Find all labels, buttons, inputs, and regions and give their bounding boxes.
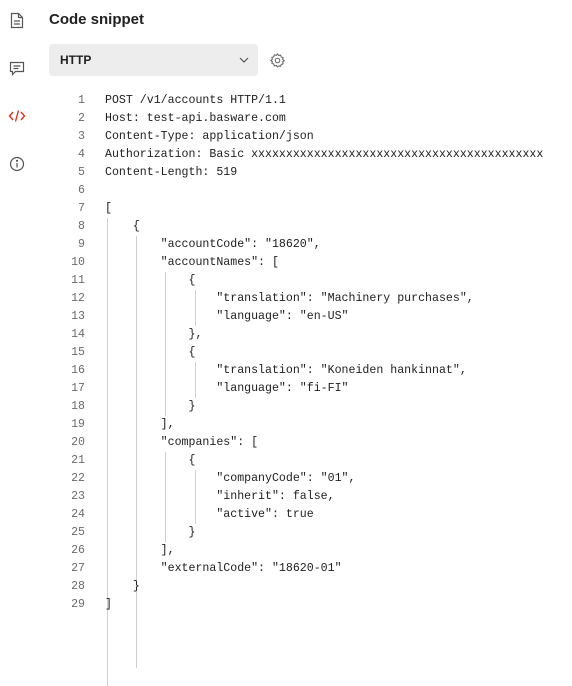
code-line: 8 { xyxy=(0,218,572,236)
code-text: "language": "en-US" xyxy=(105,310,349,323)
line-number: 3 xyxy=(78,130,85,143)
code-line: 25 } xyxy=(0,524,572,542)
code-text: { xyxy=(105,454,196,467)
line-number: 8 xyxy=(78,220,85,233)
code-text: "translation": "Machinery purchases", xyxy=(105,292,474,305)
code-line: 11 { xyxy=(0,272,572,290)
code-text: }, xyxy=(105,328,203,341)
code-text: "translation": "Koneiden hankinnat", xyxy=(105,364,467,377)
code-line: 27 "externalCode": "18620-01" xyxy=(0,560,572,578)
language-select[interactable]: HTTP xyxy=(49,44,258,76)
line-number: 26 xyxy=(71,544,85,557)
line-number: 28 xyxy=(71,580,85,593)
code-text: Authorization: Basic xxxxxxxxxxxxxxxxxxx… xyxy=(105,148,544,161)
line-number: 17 xyxy=(71,382,85,395)
code-line: 2 Host: test-api.basware.com xyxy=(0,110,572,128)
code-line: 20 "companies": [ xyxy=(0,434,572,452)
page-title: Code snippet xyxy=(49,11,145,28)
line-number: 15 xyxy=(71,346,85,359)
language-select-value: HTTP xyxy=(60,53,92,67)
code-line: 23 "inherit": false, xyxy=(0,488,572,506)
code-text: Content-Length: 519 xyxy=(105,166,238,179)
code-line: 13 "language": "en-US" xyxy=(0,308,572,326)
line-number: 11 xyxy=(71,274,85,287)
line-number: 25 xyxy=(71,526,85,539)
code-text: } xyxy=(105,580,140,593)
code-line: 1 POST /v1/accounts HTTP/1.1 xyxy=(0,92,572,110)
line-number: 19 xyxy=(71,418,85,431)
code-line: 19 ], xyxy=(0,416,572,434)
line-number: 23 xyxy=(71,490,85,503)
code-text: "externalCode": "18620-01" xyxy=(105,562,342,575)
chevron-down-icon xyxy=(239,57,249,63)
code-text: ], xyxy=(105,544,175,557)
code-line: 28 } xyxy=(0,578,572,596)
line-number: 9 xyxy=(78,238,85,251)
code-line: 24 "active": true xyxy=(0,506,572,524)
line-number: 6 xyxy=(78,184,85,197)
code-text: POST /v1/accounts HTTP/1.1 xyxy=(105,94,286,107)
line-number: 1 xyxy=(78,94,85,107)
code-line: 4 Authorization: Basic xxxxxxxxxxxxxxxxxx… xyxy=(0,146,572,164)
code-line: 17 "language": "fi-FI" xyxy=(0,380,572,398)
code-line: 12 "translation": "Machinery purchases", xyxy=(0,290,572,308)
line-number: 29 xyxy=(71,598,85,611)
code-text: Content-Type: application/json xyxy=(105,130,314,143)
code-text: ], xyxy=(105,418,175,431)
code-text: "inherit": false, xyxy=(105,490,335,503)
line-number: 7 xyxy=(78,202,85,215)
line-number: 12 xyxy=(71,292,85,305)
code-line: 26 ], xyxy=(0,542,572,560)
line-number: 5 xyxy=(78,166,85,179)
document-icon[interactable] xyxy=(8,11,26,29)
code-line: 21 { xyxy=(0,452,572,470)
line-number: 16 xyxy=(71,364,85,377)
code-line: 3 Content-Type: application/json xyxy=(0,128,572,146)
code-text: ] xyxy=(105,598,112,611)
code-line: 5 Content-Length: 519 xyxy=(0,164,572,182)
gear-icon[interactable] xyxy=(268,51,286,69)
code-text: { xyxy=(105,220,140,233)
line-number: 27 xyxy=(71,562,85,575)
code-text: { xyxy=(105,274,196,287)
code-line: 10 "accountNames": [ xyxy=(0,254,572,272)
line-number: 22 xyxy=(71,472,85,485)
line-number: 2 xyxy=(78,112,85,125)
line-number: 14 xyxy=(71,328,85,341)
code-line: 22 "companyCode": "01", xyxy=(0,470,572,488)
comment-icon[interactable] xyxy=(8,59,26,77)
code-line: 14 }, xyxy=(0,326,572,344)
code-text: [ xyxy=(105,202,112,215)
line-number: 13 xyxy=(71,310,85,323)
code-line: 18 } xyxy=(0,398,572,416)
code-text: } xyxy=(105,526,196,539)
line-number: 24 xyxy=(71,508,85,521)
code-text: "language": "fi-FI" xyxy=(105,382,349,395)
line-number: 20 xyxy=(71,436,85,449)
code-line: 29] xyxy=(0,596,572,614)
code-text: } xyxy=(105,400,196,413)
code-text: "accountCode": "18620", xyxy=(105,238,321,251)
line-number: 4 xyxy=(78,148,85,161)
code-text: "accountNames": [ xyxy=(105,256,279,269)
code-line: 9 "accountCode": "18620", xyxy=(0,236,572,254)
code-text: { xyxy=(105,346,196,359)
code-line: 7[ xyxy=(0,200,572,218)
line-number: 18 xyxy=(71,400,85,413)
line-number: 10 xyxy=(71,256,85,269)
code-text: Host: test-api.basware.com xyxy=(105,112,286,125)
code-line: 16 "translation": "Koneiden hankinnat", xyxy=(0,362,572,380)
code-line: 6 xyxy=(0,182,572,200)
code-block: 1 POST /v1/accounts HTTP/1.1 2 Host: test-a… xyxy=(0,92,572,686)
code-line: 15 { xyxy=(0,344,572,362)
code-text: "companyCode": "01", xyxy=(105,472,356,485)
code-text: "companies": [ xyxy=(105,436,259,449)
line-number: 21 xyxy=(71,454,85,467)
code-text: "active": true xyxy=(105,508,314,521)
